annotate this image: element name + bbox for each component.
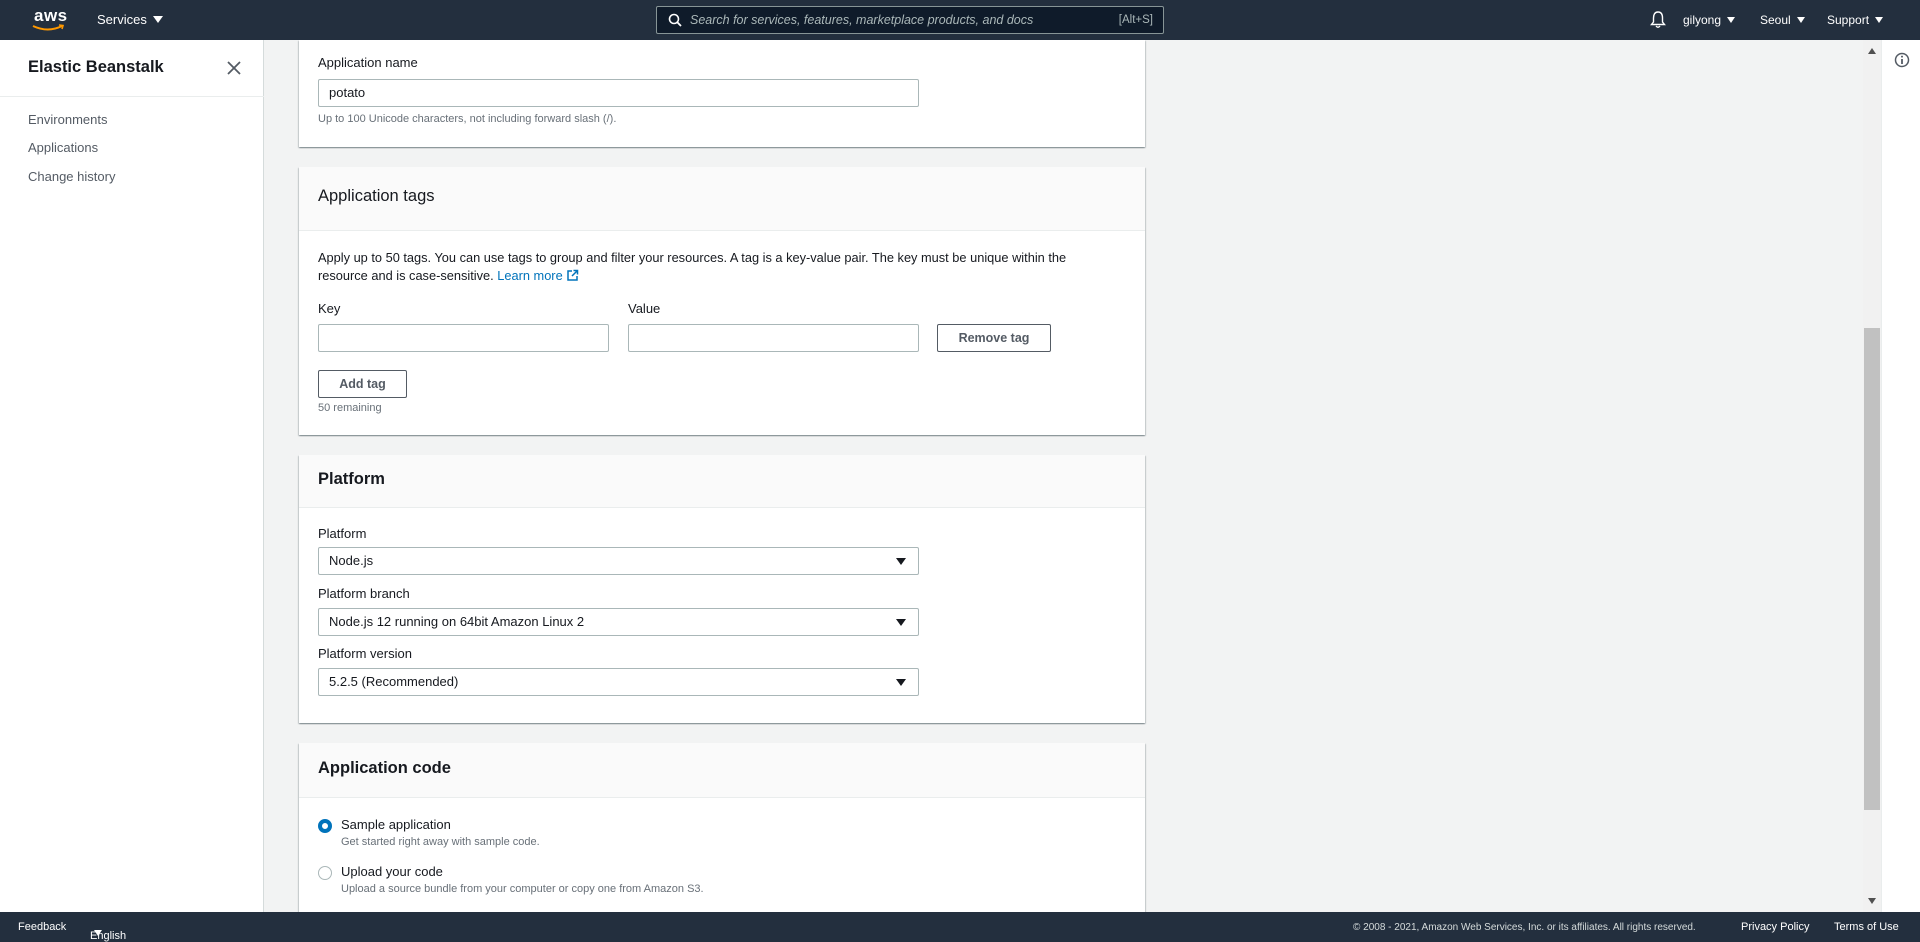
chevron-down-icon bbox=[896, 679, 906, 686]
panel-header: Application tags bbox=[299, 167, 1145, 231]
application-code-title: Application code bbox=[318, 759, 451, 777]
platform-branch-selected-value: Node.js 12 running on 64bit Amazon Linux… bbox=[329, 614, 585, 629]
tag-value-label: Value bbox=[628, 301, 661, 316]
copyright-text: © 2008 - 2021, Amazon Web Services, Inc.… bbox=[1353, 922, 1696, 933]
tags-remaining: 50 remaining bbox=[318, 402, 382, 414]
aws-logo-text: aws bbox=[34, 6, 68, 25]
search-bar[interactable]: Search for services, features, marketpla… bbox=[656, 6, 1164, 34]
platform-version-selected-value: 5.2.5 (Recommended) bbox=[329, 674, 459, 689]
platform-version-select[interactable]: 5.2.5 (Recommended) bbox=[318, 668, 919, 696]
application-tags-panel: Application tags Apply up to 50 tags. Yo… bbox=[299, 167, 1145, 435]
help-panel-rail bbox=[1881, 40, 1920, 912]
user-label: gilyong bbox=[1683, 13, 1722, 27]
platform-panel: Platform Platform Node.js Platform branc… bbox=[299, 455, 1145, 723]
sample-application-label[interactable]: Sample application bbox=[341, 817, 451, 832]
scroll-up-arrow-icon[interactable] bbox=[1868, 48, 1876, 54]
platform-version-label: Platform version bbox=[318, 646, 412, 661]
notification-bell-icon[interactable] bbox=[1650, 11, 1666, 29]
application-name-input[interactable]: potato bbox=[318, 79, 919, 107]
scroll-down-arrow-icon[interactable] bbox=[1868, 898, 1876, 904]
platform-branch-label: Platform branch bbox=[318, 586, 410, 601]
upload-code-radio[interactable] bbox=[318, 866, 332, 880]
application-code-panel: Application code Sample application Get … bbox=[299, 743, 1145, 912]
panel-header: Platform bbox=[299, 455, 1145, 508]
aws-smile-icon bbox=[32, 24, 65, 31]
sidebar-item-change-history[interactable]: Change history bbox=[28, 169, 115, 184]
privacy-policy-link[interactable]: Privacy Policy bbox=[1741, 921, 1809, 933]
platform-select[interactable]: Node.js bbox=[318, 547, 919, 575]
chevron-down-icon bbox=[152, 16, 163, 23]
learn-more-link[interactable]: Learn more bbox=[497, 268, 562, 283]
search-icon bbox=[668, 13, 682, 27]
platform-branch-select[interactable]: Node.js 12 running on 64bit Amazon Linux… bbox=[318, 608, 919, 636]
region-label: Seoul bbox=[1760, 13, 1791, 27]
application-name-label: Application name bbox=[318, 55, 418, 70]
sidebar-item-applications[interactable]: Applications bbox=[28, 140, 98, 155]
search-shortcut: [Alt+S] bbox=[1118, 14, 1153, 26]
footer: Feedback English (US) © 2008 - 2021, Ama… bbox=[0, 912, 1920, 942]
tag-key-input[interactable] bbox=[318, 324, 609, 352]
search-input[interactable]: Search for services, features, marketpla… bbox=[690, 13, 1119, 27]
close-icon[interactable] bbox=[226, 60, 242, 76]
region-menu[interactable]: Seoul bbox=[1760, 13, 1805, 27]
tags-title: Application tags bbox=[318, 187, 435, 205]
services-menu[interactable]: Services bbox=[97, 12, 163, 27]
chevron-down-icon bbox=[1875, 17, 1884, 23]
external-link-icon[interactable] bbox=[566, 269, 579, 282]
feedback-link[interactable]: Feedback bbox=[18, 921, 66, 933]
application-info-panel: Application name potato Up to 100 Unicod… bbox=[299, 40, 1145, 147]
scrollbar-thumb[interactable] bbox=[1864, 328, 1880, 810]
user-menu[interactable]: gilyong bbox=[1683, 13, 1736, 27]
tags-description: Apply up to 50 tags. You can use tags to… bbox=[318, 249, 1128, 285]
tags-description-line1: Apply up to 50 tags. You can use tags to… bbox=[318, 250, 1067, 265]
remove-tag-button[interactable]: Remove tag bbox=[937, 324, 1051, 352]
tags-description-line2: resource and is case-sensitive. bbox=[318, 268, 494, 283]
upload-code-desc: Upload a source bundle from your compute… bbox=[341, 883, 704, 895]
sidebar-item-environments[interactable]: Environments bbox=[28, 112, 107, 127]
application-name-hint: Up to 100 Unicode characters, not includ… bbox=[318, 113, 617, 125]
platform-selected-value: Node.js bbox=[329, 553, 374, 568]
chevron-down-icon bbox=[1727, 17, 1736, 23]
sample-application-desc: Get started right away with sample code. bbox=[341, 836, 540, 848]
tag-key-label: Key bbox=[318, 301, 341, 316]
sample-application-radio[interactable] bbox=[318, 819, 332, 833]
sidebar-divider bbox=[0, 96, 264, 97]
terms-of-use-link[interactable]: Terms of Use bbox=[1834, 921, 1899, 933]
support-label: Support bbox=[1827, 13, 1870, 27]
top-navigation: aws Services Search for services, featur… bbox=[0, 0, 1920, 40]
sidebar: Elastic Beanstalk Environments Applicati… bbox=[0, 40, 264, 912]
services-label: Services bbox=[97, 12, 147, 27]
upload-code-label[interactable]: Upload your code bbox=[341, 864, 443, 879]
chevron-down-icon bbox=[94, 930, 102, 936]
sidebar-title: Elastic Beanstalk bbox=[28, 58, 164, 76]
platform-label: Platform bbox=[318, 526, 367, 541]
chevron-down-icon bbox=[896, 558, 906, 565]
chevron-down-icon bbox=[1796, 17, 1805, 23]
chevron-down-icon bbox=[896, 619, 906, 626]
add-tag-button[interactable]: Add tag bbox=[318, 370, 407, 398]
tag-value-input[interactable] bbox=[628, 324, 919, 352]
aws-logo[interactable]: aws bbox=[30, 6, 70, 34]
platform-title: Platform bbox=[318, 470, 385, 488]
support-menu[interactable]: Support bbox=[1827, 13, 1884, 27]
panel-header: Application code bbox=[299, 743, 1145, 798]
info-icon[interactable] bbox=[1894, 52, 1910, 68]
